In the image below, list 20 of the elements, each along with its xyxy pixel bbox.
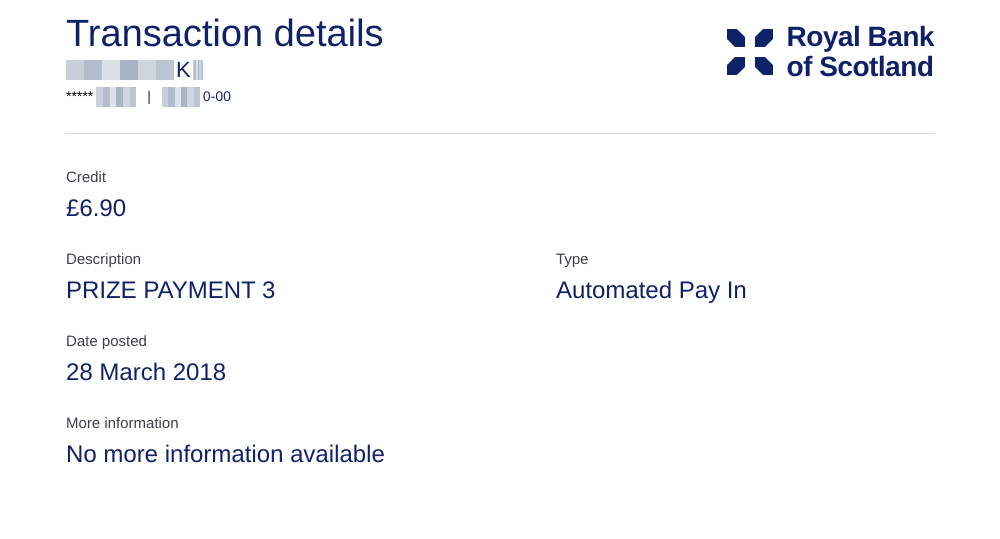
field-label: Credit bbox=[66, 168, 108, 188]
logo-text: Royal Bank bbox=[786, 22, 934, 52]
redacted-mark bbox=[162, 86, 200, 106]
page-title: Transaction details bbox=[66, 12, 384, 56]
field-label: More information bbox=[66, 414, 180, 434]
redacted-mark bbox=[96, 86, 136, 106]
account-name: K bbox=[176, 58, 191, 82]
separator-text: | bbox=[147, 87, 151, 106]
field-label: Type bbox=[556, 250, 590, 270]
field-value: £6.90 bbox=[66, 194, 128, 224]
logo-text: of Scotland bbox=[786, 52, 934, 82]
redacted-mark bbox=[192, 60, 203, 80]
field-value: Automated Pay In bbox=[556, 276, 748, 306]
account-number: ***** bbox=[66, 87, 94, 106]
field-label: Description bbox=[66, 250, 142, 270]
field-label: Date posted bbox=[66, 332, 148, 352]
field-value: 28 March 2018 bbox=[66, 358, 228, 388]
field-value: PRIZE PAYMENT 3 bbox=[66, 276, 276, 306]
sort-code: 0-00 bbox=[202, 87, 231, 106]
field-value: No more information available bbox=[66, 440, 386, 470]
